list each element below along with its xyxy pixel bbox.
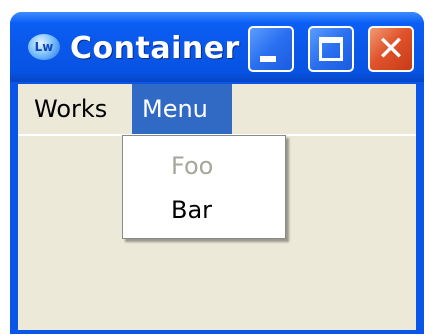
- minimize-icon: [260, 56, 276, 62]
- title-bar[interactable]: Lw Container ✕: [10, 12, 424, 82]
- menu-works[interactable]: Works: [24, 84, 117, 134]
- menu-item-foo[interactable]: Foo: [123, 146, 285, 186]
- close-button[interactable]: ✕: [368, 26, 414, 72]
- window-title: Container: [70, 31, 240, 66]
- dropdown-menu: Foo Bar: [122, 135, 286, 239]
- app-icon[interactable]: Lw: [28, 34, 60, 60]
- menu-bar: Works Menu: [18, 84, 416, 136]
- minimize-button[interactable]: [248, 26, 294, 72]
- menu-item-bar[interactable]: Bar: [123, 190, 285, 230]
- maximize-button[interactable]: [308, 26, 354, 72]
- app-icon-label: Lw: [34, 40, 54, 54]
- maximize-icon: [319, 37, 343, 61]
- close-icon: ✕: [376, 29, 406, 69]
- menu-menu[interactable]: Menu: [132, 84, 232, 134]
